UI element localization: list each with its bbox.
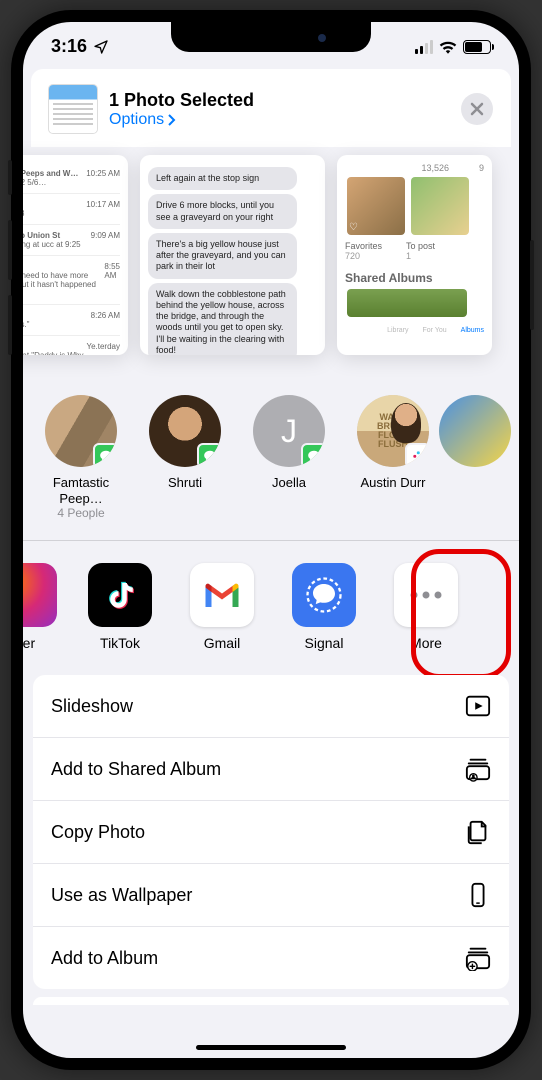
add-album-icon: [465, 945, 491, 971]
action-add-shared-album[interactable]: Add to Shared Album: [33, 738, 509, 801]
imessage-badge-icon: [301, 443, 325, 467]
mute-switch: [8, 160, 12, 195]
message-bubble: There's a big yellow house just after th…: [148, 233, 297, 279]
contact-name: Joella: [251, 475, 327, 491]
photo-topost-thumb: [411, 177, 469, 235]
power-button: [530, 240, 534, 330]
slack-badge-icon: [405, 443, 429, 467]
message-bubble: Drive 6 more blocks, until you see a gra…: [148, 194, 297, 229]
shared-albums-heading: Shared Albums: [345, 271, 484, 285]
status-time: 3:16: [51, 36, 87, 57]
app-tiktok[interactable]: TikTok: [81, 563, 159, 651]
volume-up: [8, 220, 12, 280]
tiktok-icon: [88, 563, 152, 627]
app-messenger[interactable]: ger: [23, 563, 57, 651]
chevron-right-icon: [168, 114, 176, 126]
cellular-signal-icon: [415, 40, 433, 54]
app-signal[interactable]: Signal: [285, 563, 363, 651]
photo-favorites-thumb: ♡: [347, 177, 405, 235]
options-button[interactable]: Options: [109, 111, 449, 129]
action-label: Add to Shared Album: [51, 759, 221, 780]
close-icon: [470, 102, 484, 116]
contact-shruti[interactable]: Shruti: [147, 395, 223, 520]
app-gmail[interactable]: Gmail: [183, 563, 261, 651]
action-label: Add to Album: [51, 948, 158, 969]
imessage-badge-icon: [197, 443, 221, 467]
photo-thumbnail[interactable]: [49, 85, 97, 133]
more-icon: [394, 563, 458, 627]
action-label: Slideshow: [51, 696, 133, 717]
app-more[interactable]: More: [387, 563, 465, 651]
messenger-icon: [23, 563, 57, 627]
contact-name: Famtastic Peep…: [43, 475, 119, 506]
copy-icon: [465, 819, 491, 845]
wallpaper-icon: [465, 882, 491, 908]
action-copy-photo[interactable]: Copy Photo: [33, 801, 509, 864]
share-apps-row: ger TikTok Gmail Signal: [23, 541, 519, 675]
action-label: Copy Photo: [51, 822, 145, 843]
gmail-icon: [190, 563, 254, 627]
contact-name: Austin Durr: [355, 475, 431, 491]
location-icon: [93, 39, 109, 55]
conversation-card[interactable]: Left again at the stop sign Drive 6 more…: [140, 155, 325, 355]
home-indicator[interactable]: [196, 1045, 346, 1050]
signal-icon: [292, 563, 356, 627]
wifi-icon: [439, 40, 457, 54]
message-bubble: Left again at the stop sign: [148, 167, 297, 190]
app-label: Gmail: [183, 635, 261, 651]
contact-sub: 4 People: [43, 506, 119, 520]
contact-austin-durr[interactable]: WASHBRUSHFLOSSFLUSH Austin Durr: [355, 395, 431, 520]
app-label: More: [387, 635, 465, 651]
next-section-peek: [33, 997, 509, 1005]
options-label: Options: [109, 111, 164, 129]
shared-album-icon: [465, 756, 491, 782]
action-use-wallpaper[interactable]: Use as Wallpaper: [33, 864, 509, 927]
contact-name: Shruti: [147, 475, 223, 491]
contact-overflow[interactable]: [459, 395, 489, 520]
contact-famtastic-peeps[interactable]: Famtastic Peep… 4 People: [43, 395, 119, 520]
share-actions-list: Slideshow Add to Shared Album Copy Photo…: [33, 675, 509, 989]
share-contacts-row: Famtastic Peep… 4 People Shruti J Joella…: [23, 371, 519, 540]
messages-list-card[interactable]: Famtastic Peeps and W…Quordle 332 5/6…10…: [23, 155, 128, 355]
close-button[interactable]: [461, 93, 493, 125]
contact-joella[interactable]: J Joella: [251, 395, 327, 520]
header-title: 1 Photo Selected: [109, 90, 449, 111]
share-sheet-header: 1 Photo Selected Options: [31, 69, 511, 147]
notch: [171, 22, 371, 52]
app-switcher-cards: Famtastic Peeps and W…Quordle 332 5/6…10…: [23, 147, 519, 371]
volume-down: [8, 295, 12, 355]
phone-frame: 3:16 1 Photo Selected Options: [11, 10, 531, 1070]
battery-icon: [463, 40, 491, 54]
app-label: TikTok: [81, 635, 159, 651]
app-label: Signal: [285, 635, 363, 651]
imessage-badge-icon: [93, 443, 117, 467]
action-add-album[interactable]: Add to Album: [33, 927, 509, 989]
app-label: ger: [23, 635, 57, 651]
photos-card[interactable]: 13,5269 ♡ Favorites720 To post1 Shared A…: [337, 155, 492, 355]
message-bubble: Walk down the cobblestone path behind th…: [148, 283, 297, 356]
play-icon: [465, 693, 491, 719]
action-slideshow[interactable]: Slideshow: [33, 675, 509, 738]
shared-album-thumb: [347, 289, 467, 317]
action-label: Use as Wallpaper: [51, 885, 192, 906]
